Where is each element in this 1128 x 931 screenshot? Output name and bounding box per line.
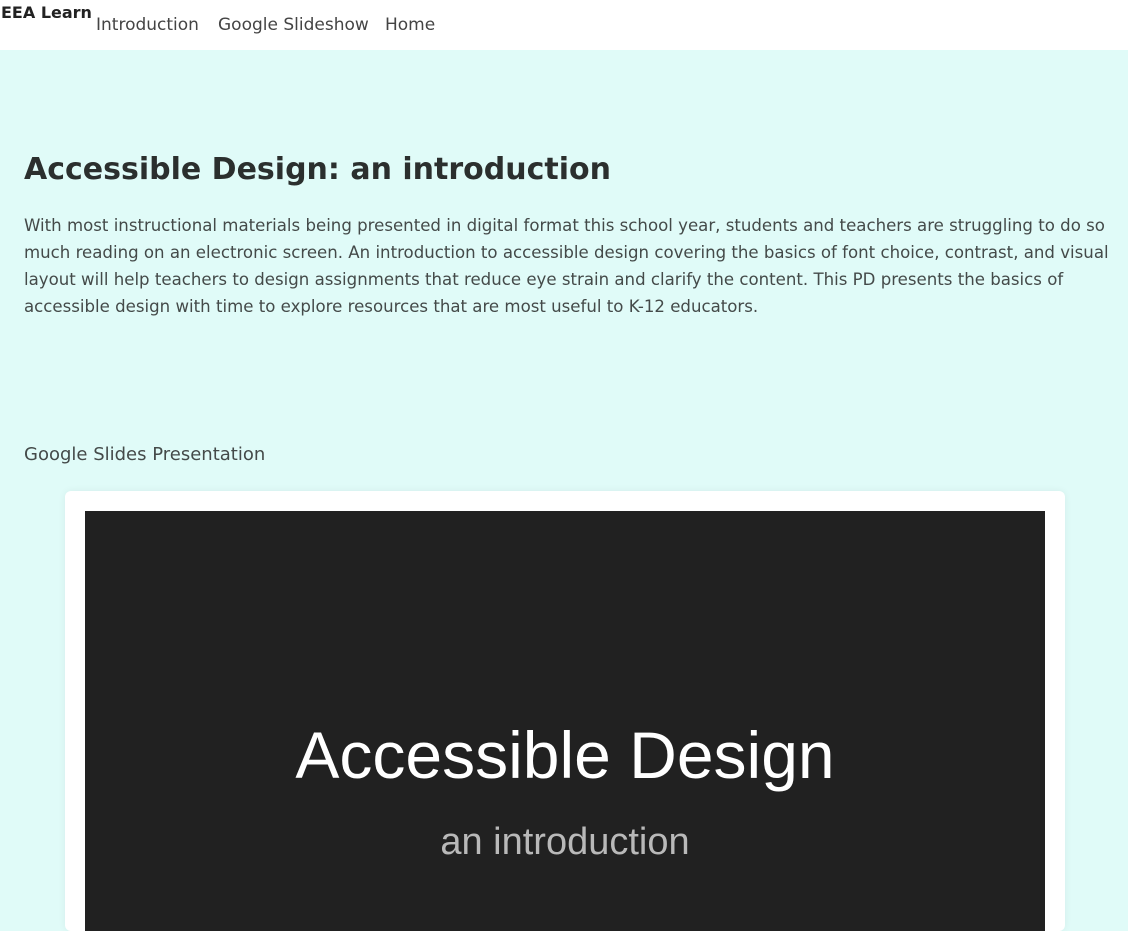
intro-paragraph: With most instructional materials being … — [24, 216, 1109, 316]
slide-subtitle: an introduction — [440, 821, 690, 863]
nav-link-home[interactable]: Home — [385, 15, 435, 35]
top-navbar: EEA Learn Introduction Google Slideshow … — [0, 0, 1128, 50]
nav-link-introduction[interactable]: Introduction — [96, 15, 199, 35]
nav-link-google-slideshow[interactable]: Google Slideshow — [218, 15, 369, 35]
slides-section-label: Google Slides Presentation — [24, 444, 266, 465]
slides-embed-card: Accessible Design an introduction — [65, 491, 1065, 931]
brand-logo-link[interactable]: EEA Learn — [1, 3, 92, 22]
page-title: Accessible Design: an introduction — [24, 152, 611, 187]
slides-embed-frame[interactable]: Accessible Design an introduction — [85, 511, 1045, 931]
slide-title: Accessible Design — [295, 718, 835, 792]
